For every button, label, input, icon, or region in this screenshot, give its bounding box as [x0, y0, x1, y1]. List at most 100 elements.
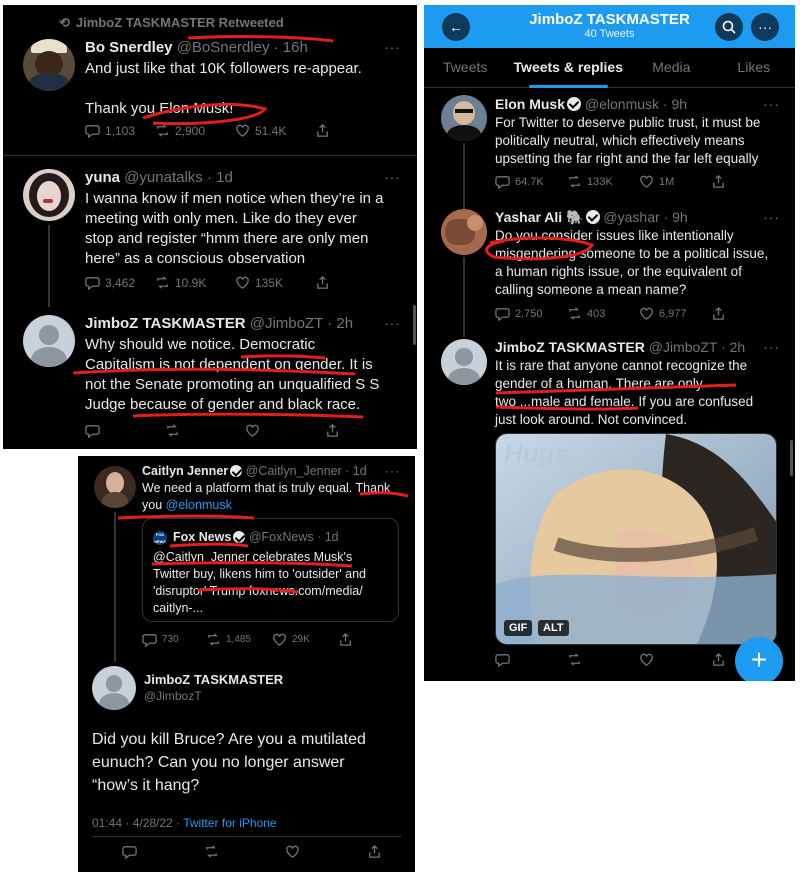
share-icon	[317, 275, 328, 289]
reply-button[interactable]: 1,103	[85, 123, 155, 138]
more-options-icon[interactable]: ···	[751, 13, 779, 41]
author-name[interactable]: Elon Musk	[495, 96, 565, 112]
more-options-icon[interactable]: ···	[384, 315, 401, 331]
reply-button[interactable]	[85, 423, 165, 438]
scrollbar[interactable]	[413, 305, 416, 345]
tweet-bo-snerdley[interactable]: Bo Snerdley @BoSnerdley · 16h ··· And ju…	[3, 5, 417, 153]
share-button[interactable]	[711, 652, 726, 667]
author-handle[interactable]: @FoxNews · 1d	[249, 530, 339, 544]
author-name[interactable]: yuna	[85, 169, 120, 186]
tweet-yashar-ali[interactable]: Yashar Ali 🐘 @yashar · 9h ··· Do you con…	[424, 199, 795, 329]
like-button[interactable]	[245, 423, 325, 438]
like-button[interactable]: 51.4K	[235, 123, 315, 138]
tweet-actions: 2,750 403 6,977	[495, 306, 755, 321]
more-options-icon[interactable]: ···	[384, 39, 401, 55]
gif-media[interactable]: Hugs GIF ALT	[495, 433, 777, 645]
retweet-button[interactable]	[567, 652, 639, 667]
alt-badge[interactable]: ALT	[538, 620, 569, 636]
avatar[interactable]	[441, 95, 487, 141]
retweet-button[interactable]: 133K	[567, 174, 639, 189]
reply-button[interactable]	[122, 844, 137, 859]
more-options-icon[interactable]: ···	[385, 464, 400, 478]
reply-button[interactable]: 730	[142, 632, 206, 647]
like-button[interactable]	[639, 652, 711, 667]
tab-media[interactable]: Media	[630, 48, 712, 87]
author-handle[interactable]: @JimbozT	[144, 689, 202, 703]
retweet-button[interactable]: 403	[567, 306, 639, 321]
reply-button[interactable]: 2,750	[495, 306, 567, 321]
share-button[interactable]	[315, 123, 330, 138]
author-name[interactable]: JimboZ TASKMASTER	[495, 339, 645, 355]
quoted-tweet-fox-news[interactable]: FOX NEWS Fox News @FoxNews · 1d @Caitlyn…	[142, 518, 399, 622]
author-name[interactable]: JimboZ TASKMASTER	[85, 315, 246, 332]
author-handle[interactable]: @yashar · 9h	[603, 209, 687, 225]
avatar[interactable]	[94, 466, 136, 508]
author-handle[interactable]: @BoSnerdley · 16h	[177, 39, 308, 56]
author-name[interactable]: Bo Snerdley	[85, 39, 173, 56]
tweet-header: JimboZ TASKMASTER @JimboZT · 2h	[85, 315, 353, 332]
author-name[interactable]: Yashar Ali 🐘	[495, 209, 584, 225]
tweet-source-link[interactable]: Twitter for iPhone	[183, 816, 276, 830]
share-icon	[713, 306, 724, 320]
author-name[interactable]: JimboZ TASKMASTER	[144, 672, 283, 687]
scrollbar[interactable]	[790, 440, 793, 476]
share-button[interactable]	[367, 844, 382, 859]
tweet-text: And just like that 10K followers re-appe…	[85, 60, 362, 117]
retweet-button[interactable]: 2,900	[155, 123, 235, 138]
share-button[interactable]	[315, 275, 330, 290]
avatar[interactable]	[23, 169, 75, 221]
tweet-text: @Caitlyn_Jenner celebrates Musk's Twitte…	[153, 550, 366, 615]
search-icon[interactable]	[715, 13, 743, 41]
like-button[interactable]: 1M	[639, 174, 711, 189]
reply-icon	[85, 125, 100, 138]
tab-tweets-and-replies[interactable]: Tweets & replies	[506, 48, 630, 88]
author-handle[interactable]: @yunatalks · 1d	[124, 169, 233, 186]
tweet-yuna[interactable]: yuna @yunatalks · 1d ··· I wanna know if…	[3, 155, 417, 305]
avatar[interactable]	[23, 39, 75, 91]
reply-button[interactable]: 3,462	[85, 275, 155, 290]
profile-tabs: Tweets Tweets & replies Media Likes	[424, 48, 795, 88]
more-options-icon[interactable]: ···	[763, 209, 780, 225]
tweet-jimboz[interactable]: JimboZ TASKMASTER @JimboZT · 2h ··· Why …	[3, 305, 417, 449]
like-button[interactable]: 135K	[235, 275, 315, 290]
tweet-actions: 3,462 10.9K 135K	[85, 275, 365, 290]
tweet-actions	[122, 844, 382, 859]
author-handle[interactable]: @JimboZT · 2h	[649, 339, 745, 355]
author-handle[interactable]: @Caitlyn_Jenner · 1d	[246, 464, 367, 478]
share-icon	[317, 123, 328, 137]
avatar[interactable]	[441, 339, 487, 385]
more-options-icon[interactable]: ···	[384, 169, 401, 185]
like-button[interactable]: 29K	[272, 632, 338, 647]
tab-tweets[interactable]: Tweets	[424, 48, 506, 87]
avatar[interactable]	[92, 666, 136, 710]
tab-likes[interactable]: Likes	[713, 48, 795, 87]
reply-button[interactable]	[495, 652, 567, 667]
verified-badge-icon	[567, 97, 582, 111]
more-options-icon[interactable]: ···	[763, 339, 780, 355]
author-handle[interactable]: @elonmusk · 9h	[585, 96, 687, 112]
mention-link[interactable]: @elonmusk	[166, 498, 232, 512]
reply-tweet-jimboz[interactable]: JimboZ TASKMASTER @JimbozT Did you kill …	[78, 662, 415, 872]
retweet-button[interactable]: 10.9K	[155, 275, 235, 290]
like-button[interactable]	[285, 844, 300, 859]
share-button[interactable]	[338, 632, 353, 647]
share-icon	[327, 423, 338, 437]
retweet-button[interactable]: 1,485	[206, 632, 272, 647]
author-handle[interactable]: @JimboZT · 2h	[250, 315, 353, 332]
tweet-text: For Twitter to deserve public trust, it …	[495, 115, 761, 166]
retweet-button[interactable]	[165, 423, 245, 438]
author-name[interactable]: Fox News	[173, 530, 231, 544]
more-options-icon[interactable]: ···	[763, 96, 780, 112]
retweet-button[interactable]	[204, 844, 219, 859]
like-button[interactable]: 6,977	[639, 306, 711, 321]
compose-tweet-button[interactable]: +	[735, 637, 783, 681]
avatar[interactable]	[441, 209, 487, 255]
share-button[interactable]	[711, 174, 726, 189]
tweet-elon-musk[interactable]: Elon Musk @elonmusk · 9h ··· For Twitter…	[424, 89, 795, 199]
author-name[interactable]: Caitlyn Jenner	[142, 464, 228, 478]
share-button[interactable]	[711, 306, 726, 321]
avatar[interactable]	[23, 315, 75, 367]
share-button[interactable]	[325, 423, 340, 438]
tweet-header: Caitlyn Jenner @Caitlyn_Jenner · 1d	[142, 464, 367, 478]
reply-button[interactable]: 64.7K	[495, 174, 567, 189]
